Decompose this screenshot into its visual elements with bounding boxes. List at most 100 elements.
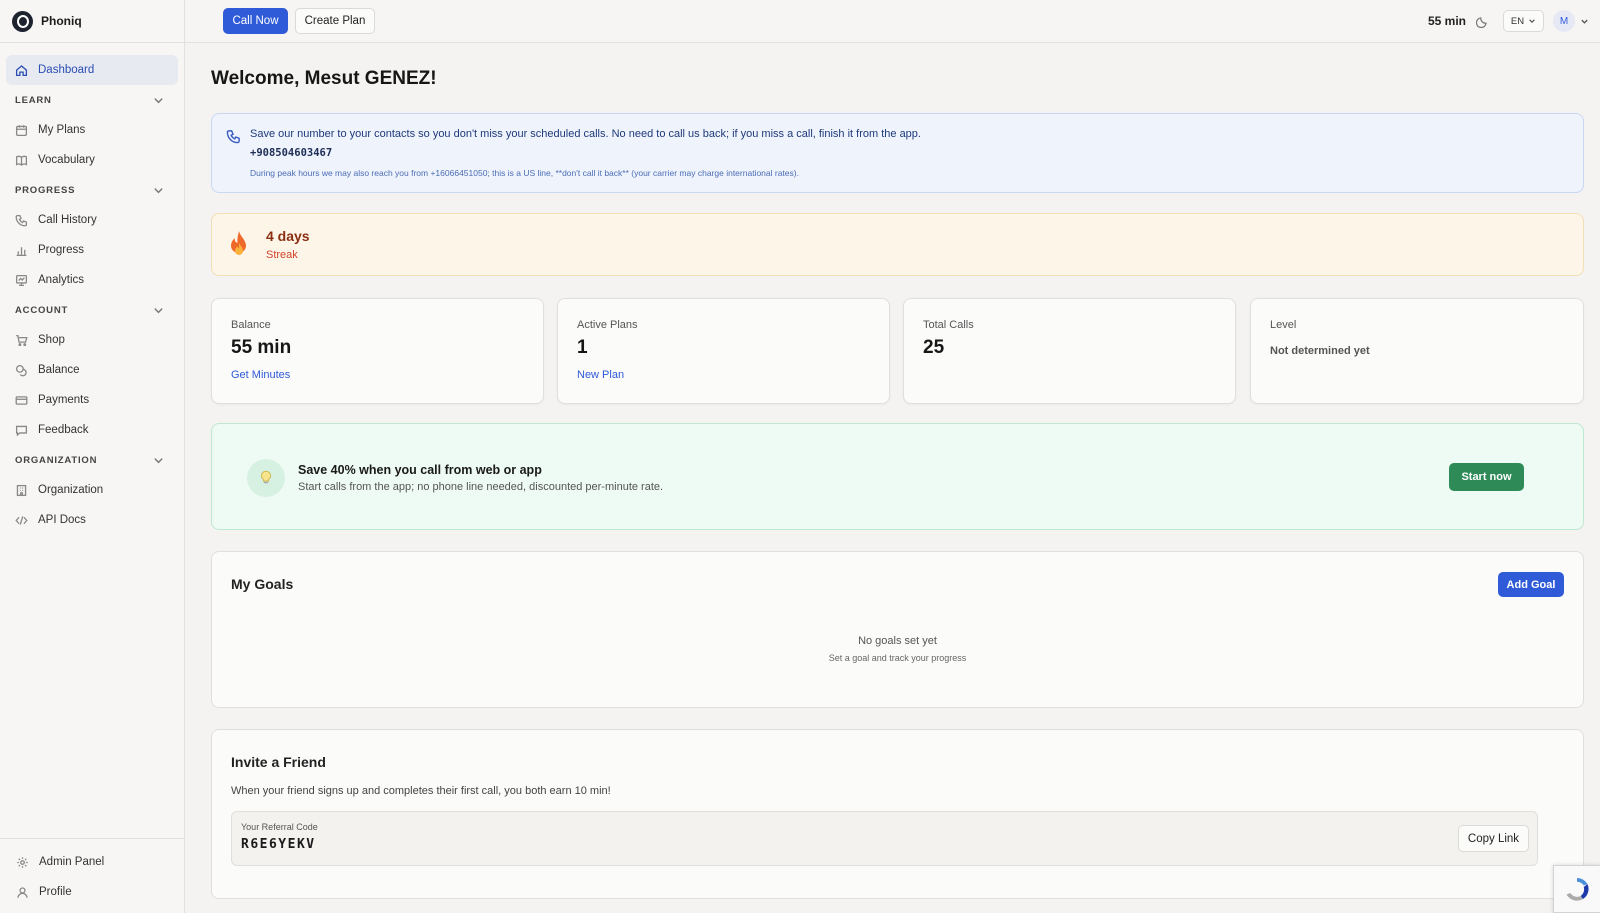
sidebar-item-label: Shop [38, 334, 65, 346]
create-plan-button[interactable]: Create Plan [295, 8, 375, 34]
referral-code: R6E6YEKV [241, 837, 316, 852]
logo-icon [12, 10, 33, 32]
sidebar-item-organization[interactable]: Organization [6, 475, 178, 505]
language-select[interactable]: EN [1503, 10, 1544, 32]
message-icon [15, 425, 28, 436]
code-icon [15, 515, 28, 525]
promo-title: Save 40% when you call from web or app [298, 463, 542, 477]
sidebar-item-label: Payments [38, 394, 90, 406]
section-label: LEARN [15, 94, 52, 106]
chevron-down-icon [154, 97, 163, 103]
stat-card-active-plans: Active Plans 1 New Plan [557, 298, 890, 404]
sidebar-item-progress[interactable]: Progress [6, 235, 178, 265]
sidebar-item-label: Profile [39, 886, 72, 898]
chevron-down-icon [1529, 19, 1535, 24]
moon-icon[interactable] [1476, 14, 1490, 28]
goals-card: My Goals Add Goal No goals set yet Set a… [211, 551, 1584, 708]
sidebar: Phoniq Dashboard LEARN My Plans Vocabula… [0, 0, 185, 913]
sidebar-item-balance[interactable]: Balance [6, 355, 178, 385]
sidebar-item-label: Progress [38, 244, 85, 256]
brand-name: Phoniq [41, 14, 82, 28]
sidebar-item-call-history[interactable]: Call History [6, 205, 178, 235]
goals-empty-text: No goals set yet [858, 635, 937, 647]
section-label: PROGRESS [15, 184, 76, 196]
invite-title: Invite a Friend [231, 754, 326, 770]
streak-days: 4 days [266, 228, 310, 244]
referral-code-box: Your Referral Code R6E6YEKV Copy Link [231, 811, 1538, 866]
stat-value: 25 [923, 337, 945, 358]
stat-card-total-calls: Total Calls 25 [903, 298, 1236, 404]
recaptcha-icon [1566, 877, 1589, 901]
stat-card-level: Level Not determined yet [1250, 298, 1584, 404]
sidebar-item-label: Call History [38, 214, 97, 226]
goals-title: My Goals [231, 576, 294, 592]
sidebar-item-label: Vocabulary [38, 154, 95, 166]
avatar[interactable]: M [1553, 10, 1575, 32]
calendar-icon [15, 124, 28, 136]
minutes-balance: 55 min [1428, 14, 1467, 28]
chevron-down-icon[interactable] [1580, 17, 1589, 26]
section-progress[interactable]: PROGRESS [6, 175, 178, 205]
info-text: Save our number to your contacts so you … [250, 128, 921, 140]
building-icon [16, 484, 27, 496]
cart-icon [16, 334, 28, 346]
section-learn[interactable]: LEARN [6, 85, 178, 115]
brand[interactable]: Phoniq [0, 0, 184, 43]
sidebar-item-vocabulary[interactable]: Vocabulary [6, 145, 178, 175]
sidebar-item-analytics[interactable]: Analytics [6, 265, 178, 295]
sidebar-item-api-docs[interactable]: API Docs [6, 505, 178, 535]
phone-icon [15, 214, 28, 226]
referral-code-label: Your Referral Code [241, 822, 318, 832]
sidebar-item-label: My Plans [38, 124, 86, 136]
stat-label: Total Calls [923, 319, 974, 331]
chevron-down-icon [154, 307, 163, 313]
stat-card-balance: Balance 55 min Get Minutes [211, 298, 544, 404]
sidebar-item-dashboard[interactable]: Dashboard [6, 55, 178, 85]
sidebar-item-label: Analytics [38, 274, 85, 286]
sidebar-item-label: Feedback [38, 424, 89, 436]
get-minutes-link[interactable]: Get Minutes [231, 369, 290, 381]
stat-value: 55 min [231, 337, 292, 358]
add-goal-button[interactable]: Add Goal [1498, 572, 1564, 597]
stat-label: Balance [231, 319, 271, 331]
credit-card-icon [15, 395, 28, 405]
copy-link-button[interactable]: Copy Link [1458, 825, 1529, 852]
sidebar-item-payments[interactable]: Payments [6, 385, 178, 415]
call-now-button[interactable]: Call Now [223, 8, 288, 34]
sidebar-item-shop[interactable]: Shop [6, 325, 178, 355]
section-account[interactable]: ACCOUNT [6, 295, 178, 325]
page-title: Welcome, Mesut GENEZ! [211, 68, 437, 89]
stat-value: Not determined yet [1270, 345, 1370, 357]
user-icon [17, 886, 28, 898]
sidebar-item-profile[interactable]: Profile [6, 877, 178, 907]
recaptcha-badge[interactable] [1553, 865, 1600, 913]
book-icon [15, 155, 28, 166]
start-now-button[interactable]: Start now [1449, 463, 1524, 491]
lightbulb-icon [247, 459, 285, 497]
new-plan-link[interactable]: New Plan [577, 369, 624, 381]
promo-subtitle: Start calls from the app; no phone line … [298, 481, 664, 493]
promo-banner: Save 40% when you call from web or app S… [211, 423, 1584, 530]
phone-icon [226, 130, 240, 144]
sidebar-item-label: Balance [38, 364, 80, 376]
sidebar-item-label: Admin Panel [39, 856, 105, 868]
gear-icon [17, 856, 28, 868]
streak-label: Streak [266, 249, 298, 261]
sidebar-nav: Dashboard LEARN My Plans Vocabulary PROG… [0, 43, 184, 535]
sidebar-item-label: Organization [38, 484, 104, 496]
info-note: During peak hours we may also reach you … [250, 168, 799, 178]
goals-empty-subtext: Set a goal and track your progress [828, 653, 967, 663]
home-icon [15, 64, 28, 76]
phone-number: +908504603467 [250, 147, 333, 159]
stat-label: Level [1270, 319, 1297, 331]
language-label: EN [1510, 15, 1525, 27]
invite-card: Invite a Friend When your friend signs u… [211, 729, 1584, 899]
section-organization[interactable]: ORGANIZATION [6, 445, 178, 475]
sidebar-item-admin-panel[interactable]: Admin Panel [6, 847, 178, 877]
info-banner: Save our number to your contacts so you … [211, 113, 1584, 193]
flame-icon [231, 231, 247, 255]
sidebar-item-my-plans[interactable]: My Plans [6, 115, 178, 145]
chevron-down-icon [154, 457, 163, 463]
bar-chart-icon [16, 246, 27, 256]
sidebar-item-feedback[interactable]: Feedback [6, 415, 178, 445]
